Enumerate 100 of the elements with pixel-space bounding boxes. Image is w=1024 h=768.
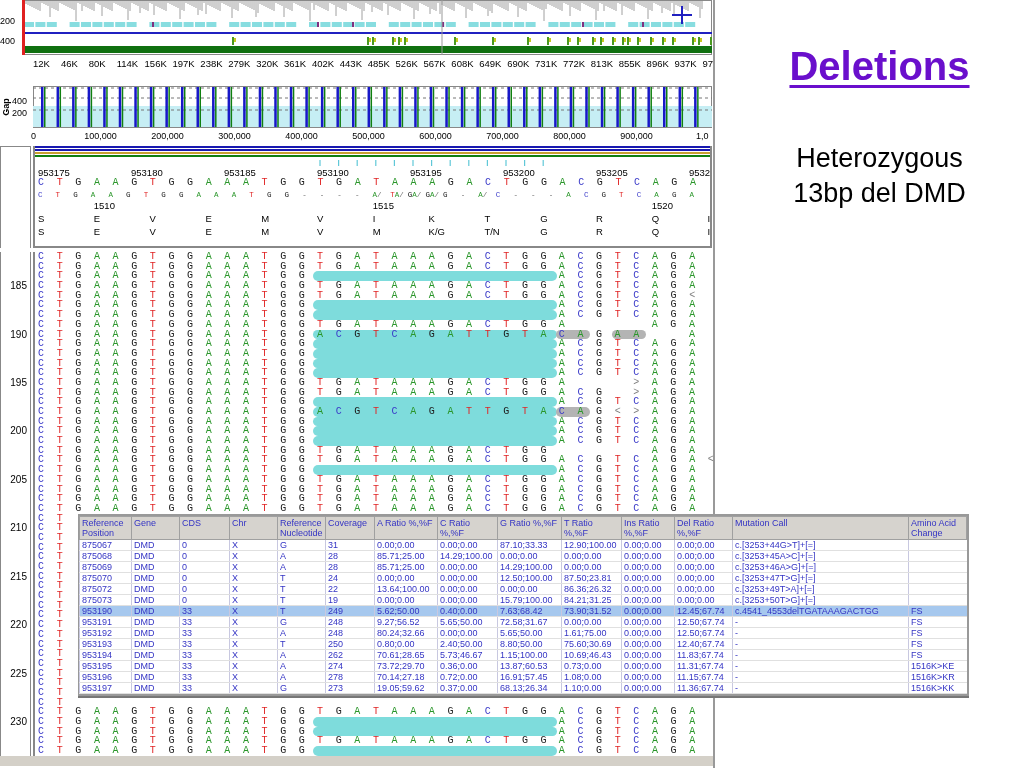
column-header[interactable]: Reference Position: [79, 516, 132, 540]
table-cell: 33: [179, 638, 230, 650]
table-cell: c.[3253+44G>T]+[=]: [732, 539, 909, 551]
column-header[interactable]: Ins Ratio %,%F: [621, 516, 675, 540]
table-cell: 5.73;46.67: [437, 649, 498, 661]
table-row[interactable]: 875070 DMD 0 X T 24 0.00;0.00 0.00;0.00 12.50;100.00 87.50;23.81 0.00;0.00 0.00;0.00 c.[3253+47T>G]+[=]: [79, 572, 967, 584]
table-row[interactable]: 875068 DMD 0 X A 28 85.71;25.00 14.29;100.00 0.00;0.00 0.00;0.00 0.00;0.00 0.00;0.00 c.[3253+45A>C]+[=]: [79, 550, 967, 562]
table-cell: FS: [908, 627, 967, 639]
gap-bar: [165, 87, 170, 127]
column-header[interactable]: A Ratio %,%F: [374, 516, 438, 540]
table-cell: X: [229, 550, 278, 562]
table-cell: G: [277, 616, 326, 628]
read-sequence: C T: [38, 610, 66, 621]
table-cell: FS: [908, 638, 967, 650]
axis-label: 80K: [88, 58, 107, 69]
table-cell: c.[3253+49T>A]+[=]: [732, 583, 909, 595]
table-cell: 273: [325, 682, 375, 694]
gap-bar: [554, 87, 559, 127]
table-cell: 68.13;26.34: [497, 682, 562, 694]
row-number: 215: [9, 571, 27, 582]
table-row[interactable]: 953191 DMD 33 X G 248 9.27;56.52 5.65;50.00 72.58;31.67 0.00;0.00 0.00;0.00 12.50;67.74 - FS: [79, 616, 967, 628]
table-row[interactable]: 875072 DMD 0 X T 22 13.64;100.00 0.00;0.00 0.00;0.00 86.36;26.32 0.00;0.00 0.00;0.00 c.[3253+49T>A]+[=]: [79, 583, 967, 595]
read-sequence: C T G A A G T G G A A A T G G: [38, 707, 309, 717]
table-cell: 33: [179, 682, 230, 694]
table-cell: T: [277, 594, 326, 606]
table-cell: DMD: [131, 627, 180, 639]
table-row[interactable]: 953193 DMD 33 X T 250 0.80;0.00 2.40;50.00 8.80;50.00 75.60;30.69 0.00;0.00 12.40;67.74 - FS: [79, 638, 967, 650]
read-sequence: C T G A A G T G G A A A T G G: [38, 348, 309, 359]
table-cell: 1.61;75.00: [561, 627, 622, 639]
row-number: 205: [9, 474, 27, 485]
axis-label: 200: [12, 108, 29, 118]
gap-bar: [631, 87, 637, 127]
table-cell: 1516K>KR: [908, 671, 967, 683]
table-cell: X: [229, 539, 278, 551]
column-header[interactable]: Reference Nucleotide: [277, 516, 326, 540]
table-cell: 0.00;0.00: [621, 682, 675, 694]
table-row[interactable]: 953190 DMD 33 X T 249 5.62;50.00 0.40;0.00 7.63;68.42 73.90;31.52 0.00;0.00 12.45;67.74 c.4541_4553delTGATAAAGACTGG FS: [79, 605, 967, 617]
read-sequence: C T G A A G T G G A A A T G G: [38, 329, 309, 340]
read-sequence: C T G A A G T G G A A A T G G: [38, 261, 309, 272]
table-cell: 0.00;0.00: [437, 572, 498, 584]
table-cell: A: [277, 627, 326, 639]
table-cell: -: [732, 627, 909, 639]
table-cell: T: [277, 605, 326, 617]
table-row[interactable]: 875069 DMD 0 X A 28 85.71;25.00 0.00;0.00 14.29;100.00 0.00;0.00 0.00;0.00 0.00;0.00 c.[3253+46A>G]+[=]: [79, 561, 967, 573]
table-cell: 0: [179, 572, 230, 584]
table-row[interactable]: 953195 DMD 33 X A 274 73.72;29.70 0.36;0.00 13.87;60.53 0.73;0.00 0.00;0.00 11.31;67.74 - 1516K>KE: [79, 660, 967, 672]
gap-bar: [352, 87, 357, 127]
table-cell: 0.00;0.00: [621, 649, 675, 661]
axis-label: 600,000: [418, 131, 453, 141]
read-sequence: T G A T A A A G A C T G G: [317, 707, 550, 717]
table-cell: 70.61;28.65: [374, 649, 438, 661]
column-header[interactable]: T Ratio %,%F: [561, 516, 622, 540]
table-row[interactable]: 953197 DMD 33 X G 273 19.05;59.62 0.37;0.00 68.13;26.34 1.10;0.00 0.00;0.00 11.36;67.74 - 1516K>KK: [79, 682, 967, 694]
column-header[interactable]: Del Ratio %,%F: [674, 516, 733, 540]
read-sequence: C T: [38, 542, 66, 553]
column-header[interactable]: Coverage: [325, 516, 375, 540]
table-row[interactable]: 875073 DMD 0 X T 19 0.00;0.00 0.00;0.00 15.79;100.00 84.21;31.25 0.00;0.00 0.00;0.00 c.[3253+50T>G]+[=]: [79, 594, 967, 606]
table-cell: 0.00;0.00: [497, 550, 562, 562]
table-cell: 8.80;50.00: [497, 638, 562, 650]
table-cell: 953195: [79, 660, 132, 672]
column-header[interactable]: Gene: [131, 516, 180, 540]
table-cell: 28: [325, 561, 375, 573]
axis-label: 485K: [367, 58, 391, 69]
table-cell: 0.00;0.00: [621, 605, 675, 617]
table-cell: 12.50;100.00: [497, 572, 562, 584]
axis-label: 800,000: [552, 131, 587, 141]
axis-label: 320K: [256, 58, 280, 69]
axis-label: 400: [0, 36, 17, 46]
table-row[interactable]: 953192 DMD 33 X A 248 80.24;32.66 0.00;0.00 5.65;50.00 1.61;75.00 0.00;0.00 12.50;67.74 - FS: [79, 627, 967, 639]
column-header[interactable]: CDS: [179, 516, 230, 540]
table-cell: X: [229, 638, 278, 650]
axis-label: 1,0: [695, 131, 709, 141]
gap-bar: [320, 87, 326, 127]
column-header[interactable]: Amino Acid Change: [908, 516, 967, 540]
table-cell: X: [229, 616, 278, 628]
column-header[interactable]: Chr: [229, 516, 278, 540]
table-cell: 73.90;31.52: [561, 605, 622, 617]
column-header[interactable]: C Ratio %,%F: [437, 516, 498, 540]
column-header[interactable]: Mutation Call: [732, 516, 909, 540]
table-cell: 10.69;46.43: [561, 649, 622, 661]
table-cell: -: [732, 682, 909, 694]
table-cell: c.4541_4553delTGATAAAGACTGG: [732, 605, 909, 617]
reference-sequence: C T G A A G T G G A A A T G G T G A T A A A G A C T G G A C G T C A G A: [38, 178, 700, 188]
read-sequence: C T G A A G T G G A A A T G G: [38, 281, 309, 291]
table-row[interactable]: 953196 DMD 33 X A 278 70.14;27.18 0.72;0.00 16.91;57.45 1.08;0.00 0.00;0.00 11.15;67.74 - 1516K>KR: [79, 671, 967, 683]
base-letter: A: [558, 376, 565, 388]
read-sequence: C T G A A G T G G A A A T G G: [38, 407, 309, 417]
table-row[interactable]: 953194 DMD 33 X A 262 70.61;28.65 5.73;46.67 1.15;100.00 10.69;46.43 0.00;0.00 11.83;67.74 - FS: [79, 649, 967, 661]
table-cell: A: [277, 550, 326, 562]
read-sequence: A C G T C A G A: [558, 300, 699, 311]
table-row[interactable]: 875067 DMD 0 X G 31 0.00;0.00 0.00;0.00 87.10;33.33 12.90;100.00 0.00;0.00 0.00;0.00 c.[3253+44G>T]+[=]: [79, 539, 967, 551]
column-header[interactable]: G Ratio %,%F: [497, 516, 562, 540]
codon-number: 1515: [372, 200, 395, 211]
read-sequence: A C G T C A G A: [558, 736, 699, 747]
table-cell: 5.62;50.00: [374, 605, 438, 617]
read-sequence: C T G A A G T G G A A A T G G: [38, 368, 309, 378]
gap-bar: [227, 87, 233, 127]
slide-title: Deletions: [789, 44, 970, 89]
table-cell: 0.00;0.00: [374, 594, 438, 606]
table-cell: DMD: [131, 682, 180, 694]
